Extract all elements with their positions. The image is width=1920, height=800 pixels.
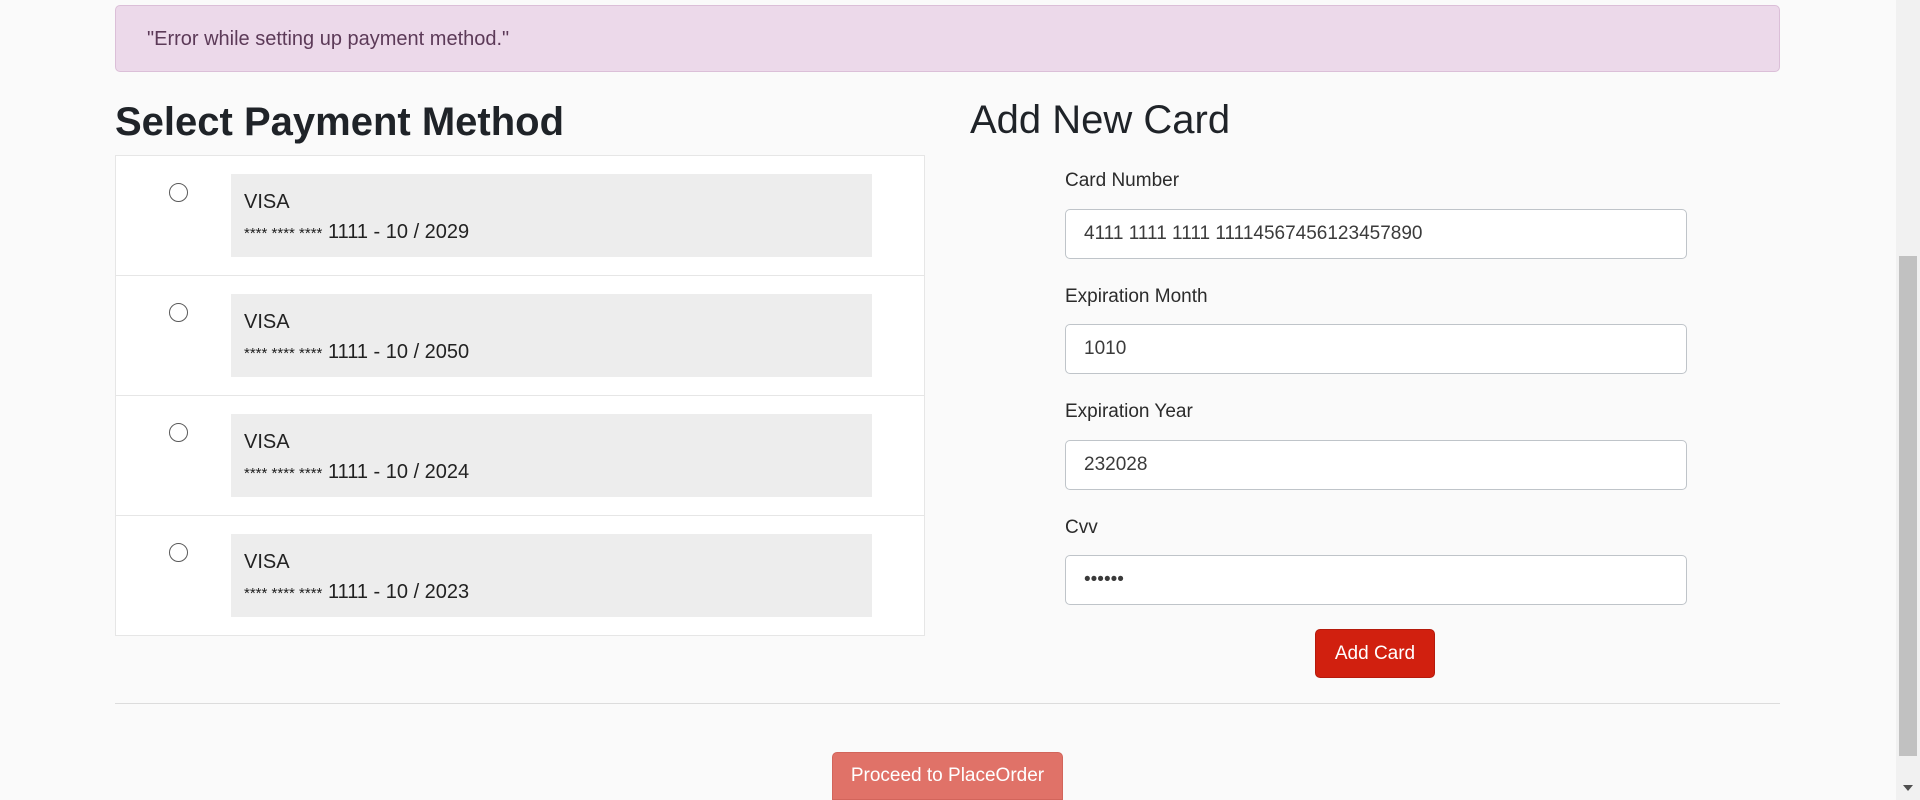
- card-masked: **** **** ****: [244, 585, 323, 602]
- scrollbar-thumb[interactable]: [1899, 256, 1917, 756]
- card-number-label: Card Number: [1065, 170, 1180, 191]
- card-last4-expiry: 1111 - 10 / 2023: [327, 581, 470, 603]
- add-card-title: Add New Card: [970, 98, 1231, 142]
- card-brand: VISA: [244, 431, 290, 453]
- cvv-input[interactable]: [1065, 555, 1687, 605]
- card-brand: VISA: [244, 311, 290, 333]
- saved-card-row[interactable]: VISA **** **** **** 1111 - 10 / 2029: [116, 156, 924, 276]
- saved-card-row[interactable]: VISA **** **** **** 1111 - 10 / 2024: [116, 396, 924, 516]
- card-masked: **** **** ****: [244, 345, 323, 362]
- saved-card-row[interactable]: VISA **** **** **** 1111 - 10 / 2050: [116, 276, 924, 396]
- divider: [115, 703, 1780, 704]
- exp-year-label: Expiration Year: [1065, 401, 1193, 422]
- select-payment-title: Select Payment Method: [115, 100, 565, 144]
- card-number-input[interactable]: [1065, 209, 1687, 259]
- exp-month-input[interactable]: [1065, 324, 1687, 374]
- exp-month-label: Expiration Month: [1065, 286, 1208, 307]
- saved-cards-list: VISA **** **** **** 1111 - 10 / 2029 VIS…: [115, 155, 925, 636]
- card-last4-expiry: 1111 - 10 / 2024: [327, 461, 470, 483]
- add-card-button[interactable]: Add Card: [1315, 629, 1435, 678]
- card-number-line: **** **** **** 1111 - 10 / 2023: [244, 577, 859, 609]
- card-info[interactable]: VISA **** **** **** 1111 - 10 / 2023: [231, 534, 872, 617]
- card-brand: VISA: [244, 551, 290, 573]
- cvv-label: Cvv: [1065, 517, 1098, 538]
- card-number-line: **** **** **** 1111 - 10 / 2024: [244, 457, 859, 489]
- proceed-to-place-order-button[interactable]: Proceed to PlaceOrder: [832, 752, 1063, 800]
- card-radio[interactable]: [169, 423, 188, 442]
- error-alert: "Error while setting up payment method.": [115, 5, 1780, 72]
- card-number-line: **** **** **** 1111 - 10 / 2029: [244, 217, 859, 249]
- page-scrollbar[interactable]: [1896, 0, 1920, 800]
- card-info[interactable]: VISA **** **** **** 1111 - 10 / 2029: [231, 174, 872, 257]
- card-radio[interactable]: [169, 183, 188, 202]
- card-info[interactable]: VISA **** **** **** 1111 - 10 / 2050: [231, 294, 872, 377]
- saved-card-row[interactable]: VISA **** **** **** 1111 - 10 / 2023: [116, 516, 924, 635]
- card-radio[interactable]: [169, 543, 188, 562]
- card-masked: **** **** ****: [244, 465, 323, 482]
- checkout-page: "Error while setting up payment method."…: [0, 0, 1896, 800]
- scroll-down-arrow-icon[interactable]: [1896, 776, 1920, 800]
- exp-year-input[interactable]: [1065, 440, 1687, 490]
- card-masked: **** **** ****: [244, 225, 323, 242]
- card-info[interactable]: VISA **** **** **** 1111 - 10 / 2024: [231, 414, 872, 497]
- card-brand: VISA: [244, 191, 290, 213]
- card-radio[interactable]: [169, 303, 188, 322]
- card-last4-expiry: 1111 - 10 / 2029: [327, 221, 470, 243]
- error-alert-message: "Error while setting up payment method.": [147, 28, 510, 50]
- card-number-line: **** **** **** 1111 - 10 / 2050: [244, 337, 859, 369]
- card-last4-expiry: 1111 - 10 / 2050: [327, 341, 470, 363]
